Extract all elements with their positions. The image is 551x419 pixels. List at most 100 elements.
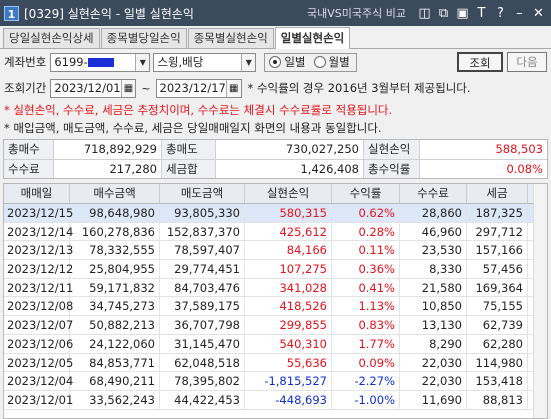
table-row[interactable]: 2023/12/12 25,804,955 29,774,451 107,275 0.3…: [4, 260, 547, 279]
pnl-label: 실현손익: [364, 140, 420, 159]
table-row[interactable]: 2023/12/01 33,562,243 44,422,453 -448,693 -1…: [4, 390, 547, 410]
compare-link[interactable]: 국내VS미국주식 비교: [307, 5, 406, 21]
cell-buy: 160,278,836: [70, 222, 160, 241]
cell-rate: 1.13%: [332, 297, 400, 316]
cell-tax: 75,155: [467, 297, 528, 316]
date-from-field[interactable]: 2023/12/01 ▦: [50, 78, 137, 98]
tax-value: 1,426,408: [216, 160, 364, 178]
table-row[interactable]: 2023/12/13 78,332,555 78,597,407 84,166 0.11…: [4, 241, 547, 261]
font-icon[interactable]: T: [473, 5, 490, 22]
period-note: * 수익률의 경우 2016년 3월부터 제공됩니다.: [247, 81, 471, 95]
cell-tax: 57,456: [467, 260, 528, 278]
table-row[interactable]: 2023/12/04 68,490,211 78,395,802 -1,815,527…: [4, 372, 547, 391]
radio-dot-icon: [269, 56, 282, 68]
cell-sell: 36,707,798: [160, 316, 245, 334]
table-row[interactable]: 2023/12/07 50,882,213 36,707,798 299,855 0.8…: [4, 316, 547, 335]
cell-pnl: 418,526: [245, 297, 332, 316]
search-button[interactable]: 조회: [457, 52, 503, 72]
cell-tax: 187,325: [467, 204, 528, 222]
col-date[interactable]: 매매일: [4, 184, 70, 203]
cell-buy: 34,745,273: [70, 297, 160, 316]
next-button[interactable]: 다음: [507, 52, 547, 72]
calendar-icon[interactable]: ▦: [120, 79, 136, 97]
cell-rate: 0.09%: [332, 353, 400, 372]
minimize-icon[interactable]: –: [511, 5, 528, 22]
date-to-value: 2023/12/17: [159, 81, 226, 95]
help-icon[interactable]: ?: [492, 5, 509, 22]
pin-icon[interactable]: ◫: [416, 5, 433, 22]
cell-rate: 0.41%: [332, 278, 400, 297]
tab-stock-today[interactable]: 종목별당일손익: [100, 28, 187, 48]
cell-pnl: 55,636: [245, 353, 332, 372]
date-separator: ~: [141, 81, 151, 95]
cell-fee: 46,960: [400, 222, 467, 241]
buy-total-value: 718,892,929: [54, 140, 162, 159]
link-icon[interactable]: ▣: [454, 5, 471, 22]
cell-sell: 62,048,518: [160, 353, 245, 372]
radio-monthly[interactable]: 월별: [313, 54, 350, 70]
close-icon[interactable]: ✕: [530, 5, 547, 22]
cell-rate: -2.27%: [332, 372, 400, 390]
radio-dot-icon: [313, 56, 326, 68]
cell-date: 2023/12/01: [4, 390, 73, 409]
cell-date: 2023/12/08: [4, 297, 73, 316]
table-row[interactable]: 2023/12/15 98,648,980 93,805,330 580,315 0.6…: [4, 204, 547, 223]
cell-buy: 24,122,060: [70, 334, 160, 353]
col-sell-amount[interactable]: 매도금액: [160, 184, 245, 203]
cell-sell: 37,589,175: [160, 297, 245, 316]
date-from-value: 2023/12/01: [54, 81, 121, 95]
chevron-down-icon[interactable]: ▼: [135, 53, 150, 71]
cell-rate: 0.36%: [332, 260, 400, 278]
tab-stock-realized[interactable]: 종목별실현손익: [187, 28, 274, 48]
tab-today-detail[interactable]: 당일실현손익상세: [3, 28, 100, 48]
table-row[interactable]: 2023/12/14 160,278,836 152,837,370 425,612 0…: [4, 222, 547, 242]
col-tax[interactable]: 세금: [467, 184, 528, 203]
cell-date: 2023/12/15: [4, 204, 73, 222]
chevron-down-icon[interactable]: ▼: [241, 53, 256, 71]
cell-fee: 22,030: [400, 353, 467, 372]
cell-buy: 78,332,555: [70, 241, 160, 260]
cell-sell: 78,597,407: [160, 241, 245, 260]
cell-buy: 25,804,955: [70, 260, 160, 278]
col-return-rate[interactable]: 수익률: [332, 184, 400, 203]
cell-fee: 8,330: [400, 260, 467, 278]
cell-date: 2023/12/14: [4, 222, 73, 241]
account-select[interactable]: 6199- ▼: [50, 52, 151, 72]
period-type-group: 일별 월별: [264, 52, 357, 72]
cell-rate: 0.11%: [332, 241, 400, 260]
tab-daily-realized[interactable]: 일별실현손익: [274, 27, 351, 49]
cell-tax: 88,813: [467, 390, 528, 409]
cell-pnl: 299,855: [245, 316, 332, 334]
table-row[interactable]: 2023/12/11 59,171,832 84,703,476 341,028 0.4…: [4, 278, 547, 298]
cell-fee: 23,530: [400, 241, 467, 260]
table-row[interactable]: 2023/12/05 84,853,771 62,048,518 55,636 0.09…: [4, 353, 547, 373]
daily-pnl-table: 매매일 매수금액 매도금액 실현손익 수익률 수수료 세금 2023/12/15…: [3, 183, 548, 419]
pnl-value: 588,503: [420, 140, 547, 159]
sell-total-value: 730,027,250: [216, 140, 364, 159]
fee-value: 217,280: [54, 160, 162, 178]
account-number: 6199-: [54, 55, 88, 69]
calendar-icon[interactable]: ▦: [225, 79, 241, 97]
cell-date: 2023/12/04: [4, 372, 73, 390]
cell-fee: 10,850: [400, 297, 467, 316]
cell-sell: 29,774,451: [160, 260, 245, 278]
copy-icon[interactable]: ⧉: [435, 5, 452, 22]
cell-sell: 93,805,330: [160, 204, 245, 222]
cell-rate: -1.00%: [332, 390, 400, 409]
table-body: 2023/12/15 98,648,980 93,805,330 580,315 0.6…: [4, 204, 547, 410]
col-fee[interactable]: 수수료: [400, 184, 467, 203]
account-name-field[interactable]: 스윙,배당 ▼: [153, 52, 257, 72]
window-title: [0329] 실현손익 - 일별 실현손익: [24, 6, 194, 21]
vertical-scrollbar[interactable]: [533, 184, 547, 418]
cell-pnl: 580,315: [245, 204, 332, 222]
col-buy-amount[interactable]: 매수금액: [70, 184, 160, 203]
table-row[interactable]: 2023/12/06 24,122,060 31,145,470 540,310 1.7…: [4, 334, 547, 354]
cell-fee: 22,030: [400, 372, 467, 390]
col-realized-pnl[interactable]: 실현손익: [245, 184, 332, 203]
date-to-field[interactable]: 2023/12/17 ▦: [155, 78, 242, 98]
cell-buy: 68,490,211: [70, 372, 160, 390]
table-row[interactable]: 2023/12/08 34,745,273 37,589,175 418,526 1.1…: [4, 297, 547, 317]
radio-daily[interactable]: 일별: [269, 54, 306, 70]
account-mask: [87, 58, 114, 67]
cell-buy: 98,648,980: [70, 204, 160, 222]
